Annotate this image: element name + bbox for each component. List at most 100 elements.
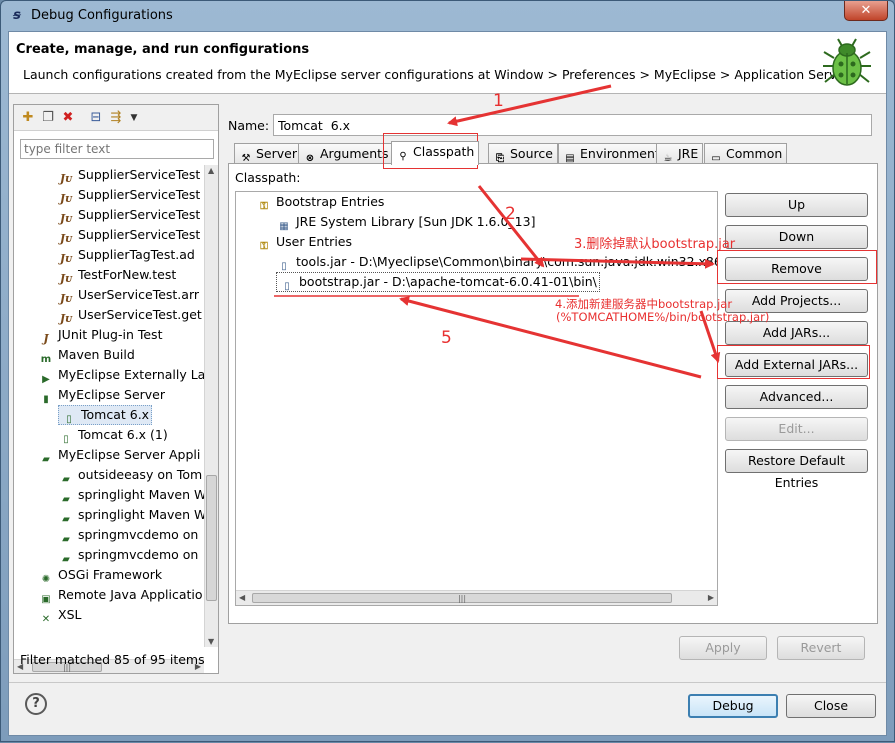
close-button[interactable]: Close bbox=[786, 694, 876, 718]
config-tree-item-label: springmvcdemo on bbox=[78, 547, 199, 562]
user-entries-icon: ⚿ bbox=[260, 241, 268, 252]
down-button[interactable]: Down bbox=[725, 225, 868, 249]
tab-common[interactable]: ▭ Common bbox=[704, 143, 788, 164]
config-tree-vertical-scrollbar[interactable]: ▲ ▼ bbox=[204, 165, 218, 647]
config-tree-item[interactable]: m Maven Build bbox=[38, 345, 135, 365]
classpath-entry-label: bootstrap.jar - D:\apache-tomcat-6.0.41-… bbox=[299, 274, 597, 289]
tab-label: Arguments bbox=[320, 146, 389, 161]
xsl-icon: ✕ bbox=[41, 614, 51, 625]
filter-input[interactable] bbox=[20, 139, 214, 159]
config-tree-item-label: SupplierServiceTest bbox=[78, 167, 201, 182]
classpath-tab-panel: Classpath: ▯ bootstrap.jar - D:\apache-to… bbox=[228, 163, 878, 624]
tab-arguments[interactable]: ⊗ Arguments bbox=[298, 143, 394, 164]
config-tree-item[interactable]: Jᴜ SupplierTagTest.ad bbox=[58, 245, 195, 265]
apply-button[interactable]: Apply bbox=[679, 636, 767, 660]
eclipse-app-icon: ꞩ bbox=[13, 8, 21, 23]
tab-label: Common bbox=[726, 146, 783, 161]
filter-config-icon[interactable]: ⇶ bbox=[108, 110, 124, 126]
classpath-entry[interactable]: ▯ bootstrap.jar - D:\apache-tomcat-6.0.41… bbox=[276, 272, 600, 292]
add-jars-button[interactable]: Add JARs... bbox=[725, 321, 868, 345]
scroll-down-arrow-icon[interactable]: ▼ bbox=[208, 637, 214, 646]
config-tree-item[interactable]: Jᴜ UserServiceTest.arr bbox=[58, 285, 199, 305]
config-tree-item[interactable]: ▮ MyEclipse Server bbox=[38, 385, 165, 405]
server-app-icon: ▰ bbox=[42, 454, 50, 465]
jar-icon: ▯ bbox=[284, 281, 290, 292]
window-close-button[interactable]: ✕ bbox=[844, 1, 888, 21]
new-config-icon[interactable]: ✚ bbox=[20, 110, 36, 126]
config-tree-item[interactable]: ▰ springmvcdemo on bbox=[58, 545, 198, 565]
config-tree-item-label: SupplierServiceTest bbox=[78, 207, 201, 222]
config-tree-item[interactable]: Jᴜ SupplierServiceTest bbox=[58, 185, 201, 205]
collapse-all-icon[interactable]: ⊟ bbox=[88, 110, 104, 126]
debug-bug-icon bbox=[823, 38, 871, 86]
config-tree-item[interactable]: Jᴜ SupplierServiceTest bbox=[58, 165, 201, 185]
vertical-scroll-thumb[interactable] bbox=[206, 475, 217, 601]
scroll-left-arrow-icon[interactable]: ◀ bbox=[239, 593, 245, 602]
classpath-entry-label: JRE System Library [Sun JDK 1.6.0_13] bbox=[296, 214, 536, 229]
classpath-horizontal-scrollbar[interactable]: ◀ ||| ▶ bbox=[236, 590, 717, 605]
config-tree-item[interactable]: Jᴜ UserServiceTest.get bbox=[58, 305, 202, 325]
config-tree-item[interactable]: ▯ Tomcat 6.x bbox=[58, 405, 153, 425]
annotation-step-4-line2: (%TOMCATHOME%/bin/bootstrap.jar) bbox=[556, 310, 770, 324]
help-icon[interactable]: ? bbox=[25, 693, 47, 715]
config-tree-item[interactable]: ▰ springmvcdemo on bbox=[58, 525, 198, 545]
config-tree-item[interactable]: ✺ OSGi Framework bbox=[38, 565, 162, 585]
tab-jre[interactable]: ☕ JRE bbox=[656, 143, 704, 164]
config-tree-item[interactable]: ▰ MyEclipse Server Appli bbox=[38, 445, 200, 465]
config-tree-item[interactable]: ▶ MyEclipse Externally La bbox=[38, 365, 204, 385]
delete-config-icon[interactable]: ✖ bbox=[60, 110, 76, 126]
tab-environment[interactable]: ▤ Environment bbox=[558, 143, 665, 164]
revert-button[interactable]: Revert bbox=[777, 636, 865, 660]
advanced-button[interactable]: Advanced... bbox=[725, 385, 868, 409]
config-tree-item-label: SupplierServiceTest bbox=[78, 187, 201, 202]
footer-divider bbox=[9, 682, 886, 683]
config-name-input[interactable] bbox=[273, 114, 872, 136]
config-tree-item-label: JUnit Plug-in Test bbox=[58, 327, 163, 342]
config-tree-item-label: Tomcat 6.x bbox=[81, 407, 150, 422]
config-tree-item[interactable]: ▰ outsideeasy on Tom bbox=[58, 465, 202, 485]
scroll-up-arrow-icon[interactable]: ▲ bbox=[208, 166, 214, 175]
tab-label: JRE bbox=[678, 146, 699, 161]
config-tree-item[interactable]: ✕ XSL bbox=[38, 605, 82, 625]
annotation-step-2: 2 bbox=[505, 204, 516, 224]
config-tree-item[interactable]: ▣ Remote Java Applicatio bbox=[38, 585, 203, 605]
config-tree-item[interactable]: J JUnit Plug-in Test bbox=[38, 325, 162, 345]
config-tree-item-label: springmvcdemo on bbox=[78, 527, 199, 542]
tab-source[interactable]: ⎘ Source bbox=[488, 143, 558, 164]
name-label: Name: bbox=[228, 118, 270, 133]
title-bar[interactable]: ꞩ Debug Configurations ✕ bbox=[1, 1, 894, 31]
up-button[interactable]: Up bbox=[725, 193, 868, 217]
config-tree-item[interactable]: Jᴜ SupplierServiceTest bbox=[58, 205, 201, 225]
annotation-step-3: 3.删除掉默认bootstrap.jar bbox=[574, 237, 736, 252]
bootstrap-entries-icon: ⚿ bbox=[260, 201, 268, 212]
classpath-label: Classpath: bbox=[235, 170, 301, 185]
classpath-entry-label: Bootstrap Entries bbox=[276, 194, 385, 209]
annotation-step-5: 5 bbox=[441, 328, 452, 348]
classpath-entry-label: User Entries bbox=[276, 234, 353, 249]
scroll-right-arrow-icon[interactable]: ▶ bbox=[708, 593, 714, 602]
classpath-entry[interactable]: ⚿ Bootstrap Entries bbox=[256, 192, 384, 212]
debug-configurations-window: ꞩ Debug Configurations ✕ Create, manage,… bbox=[0, 0, 895, 742]
config-list-toolbar: ✚ ❐ ✖ ⊟ ⇶ ▼ bbox=[14, 105, 218, 131]
tab-classpath[interactable]: ⚲ Classpath bbox=[391, 141, 480, 165]
tab-label: Classpath bbox=[413, 144, 475, 159]
window-title: Debug Configurations bbox=[31, 8, 173, 23]
config-tree-item[interactable]: Jᴜ TestForNew.test bbox=[58, 265, 176, 285]
config-tree-item[interactable]: ▯ Tomcat 6.x (1) bbox=[58, 425, 168, 445]
tab-server[interactable]: ⚒ Server bbox=[234, 143, 302, 164]
classpath-tree: ▯ bootstrap.jar - D:\apache-tomcat-6.0.41… bbox=[235, 191, 718, 606]
classpath-entry[interactable]: ⚿ User Entries bbox=[256, 232, 352, 252]
classpath-entry[interactable]: ▯ tools.jar - D:\Myeclipse\Common\binary\… bbox=[276, 252, 717, 272]
restore-default-entries-button[interactable]: Restore Default Entries bbox=[725, 449, 868, 490]
duplicate-config-icon[interactable]: ❐ bbox=[40, 110, 56, 126]
config-tree-item[interactable]: ▰ springlight Maven W bbox=[58, 505, 204, 525]
classpath-entry[interactable]: ▦ JRE System Library [Sun JDK 1.6.0_13] bbox=[276, 212, 535, 232]
config-tree-item-label: XSL bbox=[58, 607, 82, 622]
config-tree-item-label: Remote Java Applicatio bbox=[58, 587, 203, 602]
classpath-scroll-thumb[interactable]: ||| bbox=[252, 593, 672, 603]
config-tree-item[interactable]: Jᴜ SupplierServiceTest bbox=[58, 225, 201, 245]
edit-button[interactable]: Edit... bbox=[725, 417, 868, 441]
view-menu-chevron-icon[interactable]: ▼ bbox=[126, 110, 142, 126]
config-tree-item[interactable]: ▰ springlight Maven W bbox=[58, 485, 204, 505]
debug-button[interactable]: Debug bbox=[688, 694, 778, 718]
